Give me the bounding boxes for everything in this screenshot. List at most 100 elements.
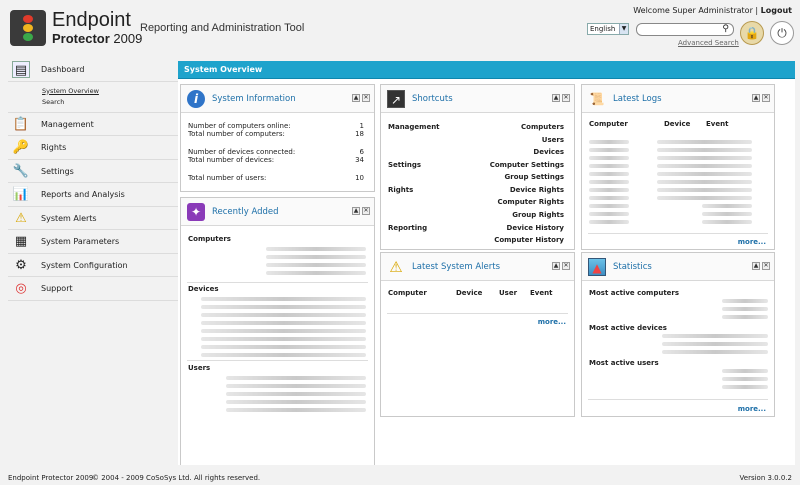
close-icon[interactable]: ✕ [562, 94, 570, 102]
sidebar-item-system-alerts[interactable]: ⚠ System Alerts [8, 207, 178, 230]
sidebar-item-system-parameters[interactable]: ▦ System Parameters [8, 230, 178, 254]
shortcut-link[interactable]: Device History [507, 224, 564, 232]
welcome-bar: Welcome Super Administrator | Logout [633, 6, 792, 15]
section-heading: Most active users [589, 359, 659, 367]
shortcut-link[interactable]: Group Settings [505, 173, 564, 181]
more-link[interactable]: more... [538, 318, 566, 326]
blurred-entry [722, 385, 768, 389]
sidebar-item-label: Management [41, 119, 94, 129]
close-icon[interactable]: ✕ [762, 262, 770, 270]
power-icon[interactable]: ⏻ [770, 21, 794, 45]
footer: Endpoint Protector 2009 © 2004 - 2009 Co… [0, 465, 800, 485]
shortcut-link[interactable]: Computer Settings [490, 161, 564, 169]
blurred-entry [589, 140, 629, 144]
sidebar-item-label: Rights [41, 143, 67, 152]
info-label: Total number of devices: [188, 156, 275, 164]
sidebar-item-dashboard[interactable]: ▤ Dashboard [8, 58, 178, 82]
collapse-icon[interactable]: ▲ [352, 94, 360, 102]
more-link[interactable]: more... [738, 405, 766, 413]
welcome-text: Welcome Super Administrator [633, 6, 753, 15]
divider [187, 360, 368, 361]
column-header: Computer [388, 289, 427, 297]
blurred-entry [266, 271, 366, 275]
shortcut-link[interactable]: Devices [533, 148, 564, 156]
shortcut-link[interactable]: Computer History [494, 236, 564, 244]
blurred-entry [201, 337, 366, 341]
blurred-entry [702, 212, 752, 216]
language-select[interactable]: English ▼ [587, 23, 629, 35]
shortcut-link[interactable]: Computers [521, 123, 564, 131]
alert-icon: ⚠ [15, 210, 27, 226]
collapse-icon[interactable]: ▲ [752, 262, 760, 270]
sidebar-item-label: System Configuration [41, 260, 128, 270]
shortcut-link[interactable]: Users [542, 136, 564, 144]
section-heading: Devices [188, 285, 219, 293]
blurred-entry [589, 204, 629, 208]
language-value: English [590, 25, 616, 33]
blurred-entry [589, 156, 629, 160]
sidebar-item-system-configuration[interactable]: ⚙ System Configuration [8, 254, 178, 277]
main-content: System Overview i System Information ▲ ✕… [178, 61, 795, 477]
blurred-entry [266, 263, 366, 267]
statistics-panel: ▲ Statistics ▲ ✕ Most active computers M… [581, 252, 775, 417]
settings-icon: 🔧 [12, 163, 30, 179]
sidebar-item-label: Dashboard [41, 65, 85, 74]
lock-icon[interactable]: 🔒 [740, 21, 764, 45]
info-label: Number of computers online: [188, 122, 291, 130]
system-information-panel: i System Information ▲ ✕ Number of compu… [180, 84, 375, 192]
close-icon[interactable]: ✕ [562, 262, 570, 270]
blurred-entry [201, 297, 366, 301]
close-icon[interactable]: ✕ [362, 94, 370, 102]
sidebar-item-label: Support [41, 284, 73, 293]
blurred-entry [589, 172, 629, 176]
column-header: User [499, 289, 518, 297]
sidebar-subitem-search[interactable]: Search [42, 97, 178, 108]
blurred-entry [657, 172, 752, 176]
sidebar-item-management[interactable]: 📋 Management [8, 113, 178, 136]
blurred-entry [589, 196, 629, 200]
rights-icon: 🔑 [12, 140, 30, 155]
sidebar-item-support[interactable]: ◎ Support [8, 277, 178, 301]
close-icon[interactable]: ✕ [762, 94, 770, 102]
blurred-entry [657, 148, 752, 152]
blurred-entry [266, 247, 366, 251]
new-items-icon: ✦ [187, 203, 205, 221]
shortcut-link[interactable]: Group Rights [512, 211, 564, 219]
log-scroll-icon: 📜 [589, 92, 605, 106]
blurred-entry [702, 204, 752, 208]
logout-link[interactable]: Logout [761, 6, 792, 15]
panel-header: ▲ Statistics ▲ ✕ [582, 253, 774, 281]
blurred-entry [722, 315, 768, 319]
shortcut-section: Settings [388, 161, 422, 169]
collapse-icon[interactable]: ▲ [352, 207, 360, 215]
search-icon[interactable]: ⚲ [722, 24, 729, 35]
blurred-entry [657, 164, 752, 168]
sidebar-item-reports[interactable]: 📊 Reports and Analysis [8, 183, 178, 207]
collapse-icon[interactable]: ▲ [552, 262, 560, 270]
blurred-entry [722, 299, 768, 303]
blurred-entry [266, 255, 366, 259]
blurred-entry [662, 350, 768, 354]
sidebar-item-label: Settings [41, 166, 74, 176]
statistics-chart-icon: ▲ [588, 258, 606, 276]
shortcut-link[interactable]: Device Rights [510, 186, 564, 194]
blurred-entry [722, 369, 768, 373]
blurred-entry [201, 345, 366, 349]
blurred-entry [702, 220, 752, 224]
search-input[interactable]: ⚲ [636, 23, 734, 36]
header: Endpoint Protector 2009 Reporting and Ad… [0, 0, 800, 56]
sidebar-item-settings[interactable]: 🔧 Settings [8, 160, 178, 183]
more-link[interactable]: more... [738, 238, 766, 246]
footer-app-name: Endpoint Protector 2009 [8, 474, 94, 482]
sidebar-subitem-system-overview[interactable]: System Overview [42, 86, 178, 97]
chevron-down-icon: ▼ [619, 24, 628, 34]
collapse-icon[interactable]: ▲ [752, 94, 760, 102]
advanced-search-link[interactable]: Advanced Search [678, 39, 739, 47]
shortcut-link[interactable]: Computer Rights [497, 198, 564, 206]
blurred-entry [722, 377, 768, 381]
collapse-icon[interactable]: ▲ [552, 94, 560, 102]
section-heading: Most active devices [589, 324, 667, 332]
sidebar-item-rights[interactable]: 🔑 Rights [8, 136, 178, 160]
panel-title: System Information [212, 94, 296, 104]
close-icon[interactable]: ✕ [362, 207, 370, 215]
